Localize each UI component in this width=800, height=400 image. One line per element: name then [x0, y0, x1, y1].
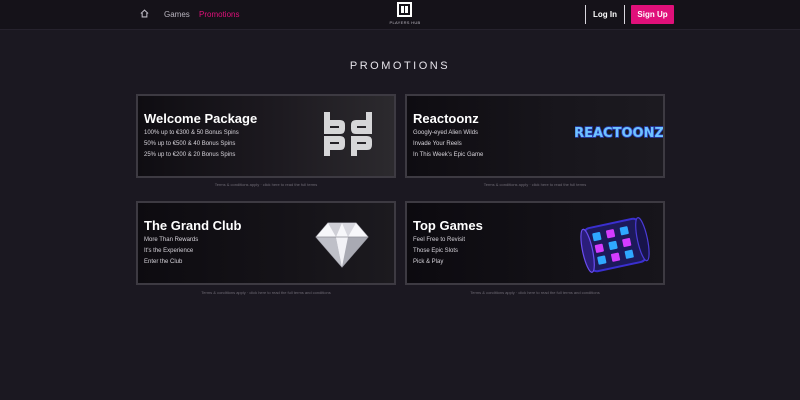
nav-games-link[interactable]: Games: [164, 10, 190, 19]
signup-button[interactable]: Sign Up: [631, 5, 674, 24]
card-title: Top Games: [413, 218, 483, 233]
home-icon[interactable]: [140, 9, 149, 18]
reactoonz-logo-text: REACTOONZ: [575, 126, 663, 141]
card-text-line: 50% up to €500 & 40 Bonus Spins: [144, 141, 236, 147]
card-text-line: Those Epic Slots: [413, 248, 459, 254]
bd-logo-icon: [324, 112, 372, 156]
card-text-line: Googly-eyed Alien Wilds: [413, 130, 479, 136]
card-title: The Grand Club: [144, 218, 242, 233]
site-logo[interactable]: PLAYERS HUB: [388, 2, 422, 28]
card-text-line: It's the Experience: [144, 248, 194, 254]
nav-promotions-link[interactable]: Promotions: [199, 10, 239, 19]
terms-caption[interactable]: Terms & conditions apply · click here to…: [136, 182, 396, 187]
terms-caption[interactable]: Terms & conditions apply · click here to…: [405, 182, 665, 187]
promo-card-reactoonz[interactable]: Reactoonz Googly-eyed Alien Wilds Invade…: [405, 94, 665, 178]
reactoonz-logo-icon: REACTOONZ: [575, 125, 663, 142]
card-text-line: Enter the Club: [144, 259, 183, 265]
card-text-line: Pick & Play: [413, 259, 444, 265]
terms-caption[interactable]: Terms & conditions apply · click here to…: [136, 290, 396, 295]
card-text-line: Invade Your Reels: [413, 141, 462, 147]
page-title: PROMOTIONS: [349, 60, 451, 72]
logo-mark-icon: [397, 2, 412, 17]
card-text-line: More Than Rewards: [144, 237, 199, 243]
card-title: Welcome Package: [144, 111, 258, 126]
header-divider: [624, 5, 625, 24]
card-text-line: In This Week's Epic Game: [413, 152, 484, 158]
card-text-line: 100% up to €300 & 50 Bonus Spins: [144, 130, 239, 136]
diamond-icon: [315, 222, 369, 268]
card-title: Reactoonz: [413, 111, 479, 126]
slot-reel-icon: [580, 217, 650, 273]
promo-card-welcome-package[interactable]: Welcome Package 100% up to €300 & 50 Bon…: [136, 94, 396, 178]
promo-card-top-games[interactable]: Top Games Feel Free to Revisit Those Epi…: [405, 201, 665, 285]
card-text-line: Feel Free to Revisit: [413, 237, 466, 243]
top-navbar: Games Promotions PLAYERS HUB Log In Sign…: [0, 0, 800, 30]
promo-card-grand-club[interactable]: The Grand Club More Than Rewards It's th…: [136, 201, 396, 285]
login-button[interactable]: Log In: [586, 5, 624, 24]
card-text-line: 25% up to €200 & 20 Bonus Spins: [144, 152, 236, 158]
logo-text: PLAYERS HUB: [389, 20, 421, 25]
terms-caption[interactable]: Terms & conditions apply · click here to…: [405, 290, 665, 295]
